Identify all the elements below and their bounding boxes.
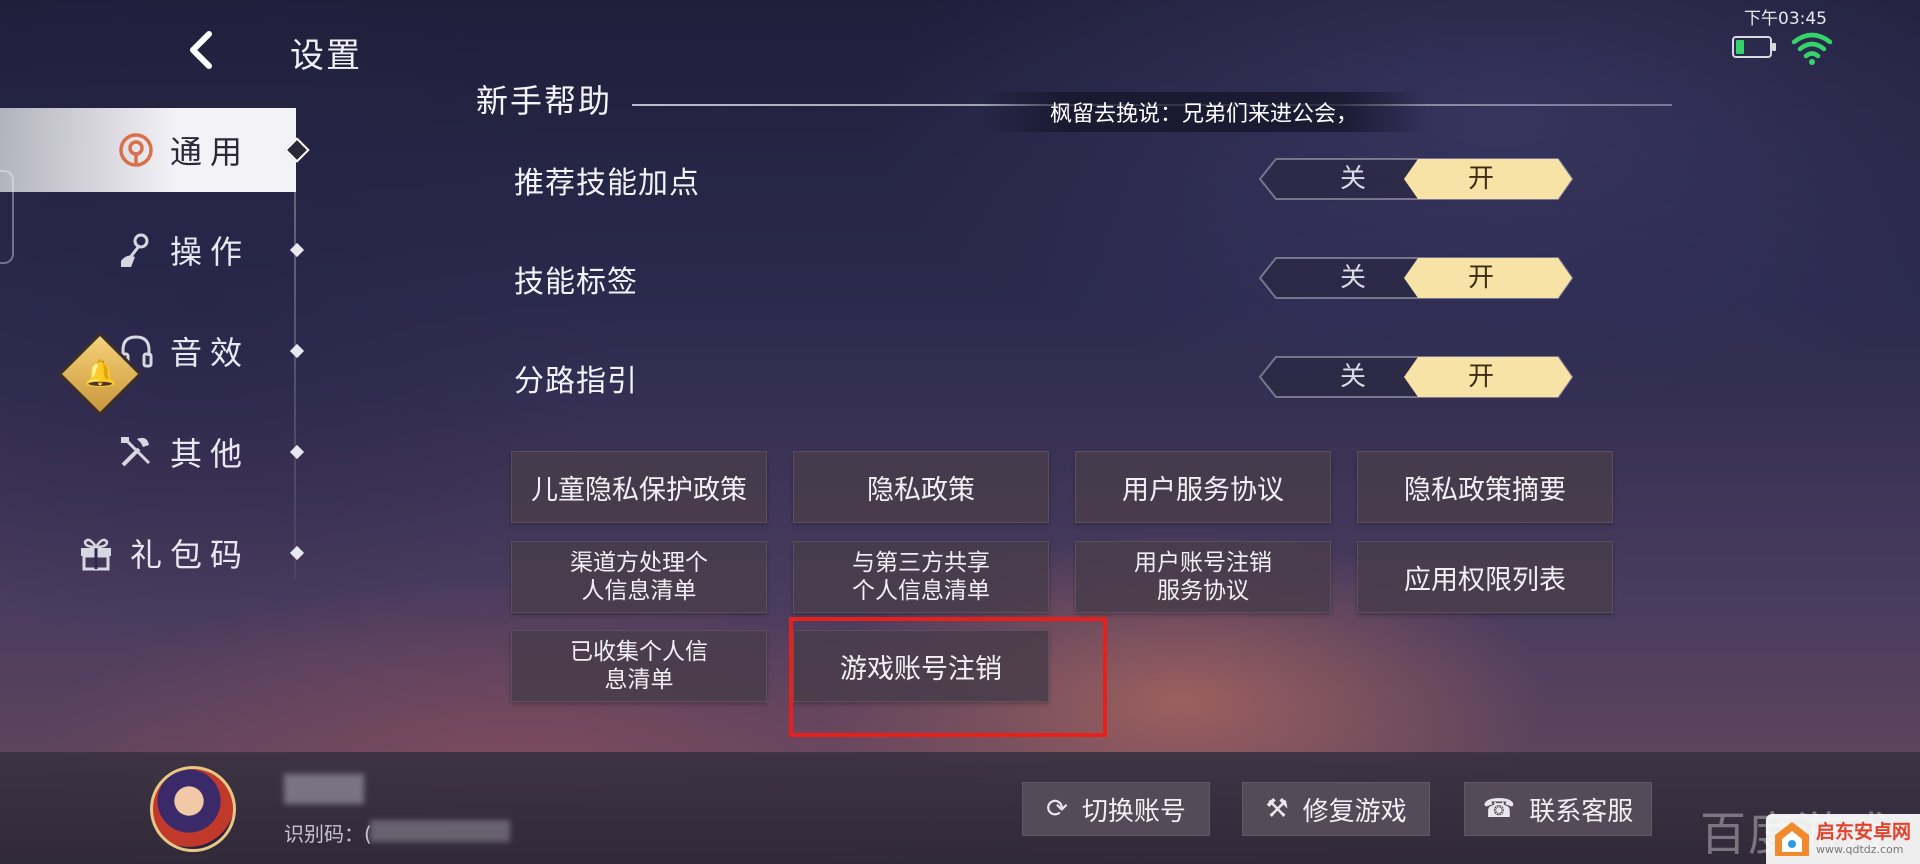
section-title: 新手帮助 <box>476 82 613 120</box>
watermark-site-name: 启东安卓网 <box>1816 821 1912 843</box>
avatar[interactable] <box>150 766 236 852</box>
user-service-agreement-button[interactable]: 用户服务协议 <box>1075 451 1331 523</box>
account-deletion-agreement-button[interactable]: 用户账号注销 服务协议 <box>1075 541 1331 613</box>
switch-account-label: 切换账号 <box>1081 796 1186 827</box>
sidebar-item-label: 其他 <box>169 435 250 473</box>
chat-ticker: 枫留去挽说：兄弟们来进公会， <box>980 92 1429 132</box>
tools-icon <box>116 432 156 472</box>
sidebar-item-label: 礼包码 <box>129 536 250 574</box>
watermark-site-badge: 启东安卓网 www.qdtdz.com <box>1766 814 1920 864</box>
setting-label-lane-guide: 分路指引 <box>514 364 638 399</box>
sidebar-item-label: 通用 <box>169 133 250 171</box>
setting-label-skill-tags: 技能标签 <box>514 265 638 300</box>
player-id-redacted <box>370 820 510 842</box>
sidebar-dot <box>289 242 305 258</box>
active-marker <box>284 137 310 163</box>
toggle-on-option[interactable]: 开 <box>1426 158 1536 200</box>
sidebar-dot <box>289 444 305 460</box>
sidebar-item-label: 音效 <box>169 334 250 372</box>
sidebar-item-other[interactable]: 其他 <box>0 410 305 494</box>
general-icon <box>116 130 156 170</box>
page-title: 设置 <box>290 36 362 76</box>
joystick-icon <box>116 230 156 270</box>
toggle-recommended-skills[interactable]: 关 开 <box>1258 158 1574 200</box>
sidebar-item-general[interactable]: 通用 <box>0 108 310 192</box>
sidebar-item-label: 操作 <box>169 233 250 271</box>
setting-label-recommended-skills: 推荐技能加点 <box>514 166 700 201</box>
children-privacy-policy-button[interactable]: 儿童隐私保护政策 <box>511 451 767 523</box>
watermark-site-url: www.qdtdz.com <box>1816 843 1904 856</box>
switch-account-icon: ⟳ <box>1046 794 1068 824</box>
sidebar-item-audio[interactable]: 音效 <box>0 309 305 393</box>
toggle-off-option[interactable]: 关 <box>1298 158 1408 200</box>
contact-support-label: 联系客服 <box>1529 796 1634 827</box>
toggle-lane-guide[interactable]: 关 开 <box>1258 356 1574 398</box>
contact-support-button[interactable]: ☎ 联系客服 <box>1464 782 1652 836</box>
toggle-on-option[interactable]: 开 <box>1426 356 1536 398</box>
toggle-off-option[interactable]: 关 <box>1298 257 1408 299</box>
chevron-left-icon <box>190 31 212 69</box>
toggle-on-option[interactable]: 开 <box>1426 257 1536 299</box>
repair-game-button[interactable]: ⚒ 修复游戏 <box>1242 782 1430 836</box>
site-logo-icon <box>1775 822 1809 856</box>
sidebar-item-gift-code[interactable]: 礼包码 <box>0 511 305 595</box>
status-time: 下午03:45 <box>1744 9 1827 29</box>
switch-account-button[interactable]: ⟳ 切换账号 <box>1022 782 1210 836</box>
toggle-skill-tags[interactable]: 关 开 <box>1258 257 1574 299</box>
channel-personal-info-list-button[interactable]: 渠道方处理个 人信息清单 <box>511 541 767 613</box>
repair-game-label: 修复游戏 <box>1302 796 1407 827</box>
sidebar-dot <box>289 545 305 561</box>
battery-icon <box>1732 36 1776 58</box>
third-party-sharing-list-button[interactable]: 与第三方共享 个人信息清单 <box>793 541 1049 613</box>
privacy-policy-summary-button[interactable]: 隐私政策摘要 <box>1357 451 1613 523</box>
wifi-icon <box>1791 32 1833 65</box>
bell-icon: 🔔 <box>83 359 117 389</box>
player-id-label: 识别码：( <box>284 822 372 846</box>
gift-icon <box>76 533 116 573</box>
sidebar-dot <box>289 343 305 359</box>
repair-icon: ⚒ <box>1265 794 1289 824</box>
sidebar-item-controls[interactable]: 操作 <box>0 208 305 292</box>
highlight-annotation <box>789 617 1107 737</box>
back-button[interactable] <box>170 22 230 78</box>
toggle-off-option[interactable]: 关 <box>1298 356 1408 398</box>
customer-service-icon: ☎ <box>1482 794 1516 824</box>
app-permissions-list-button[interactable]: 应用权限列表 <box>1357 541 1613 613</box>
privacy-policy-button[interactable]: 隐私政策 <box>793 451 1049 523</box>
collected-personal-info-button[interactable]: 已收集个人信 息清单 <box>511 630 767 702</box>
player-name-redacted <box>284 774 364 804</box>
